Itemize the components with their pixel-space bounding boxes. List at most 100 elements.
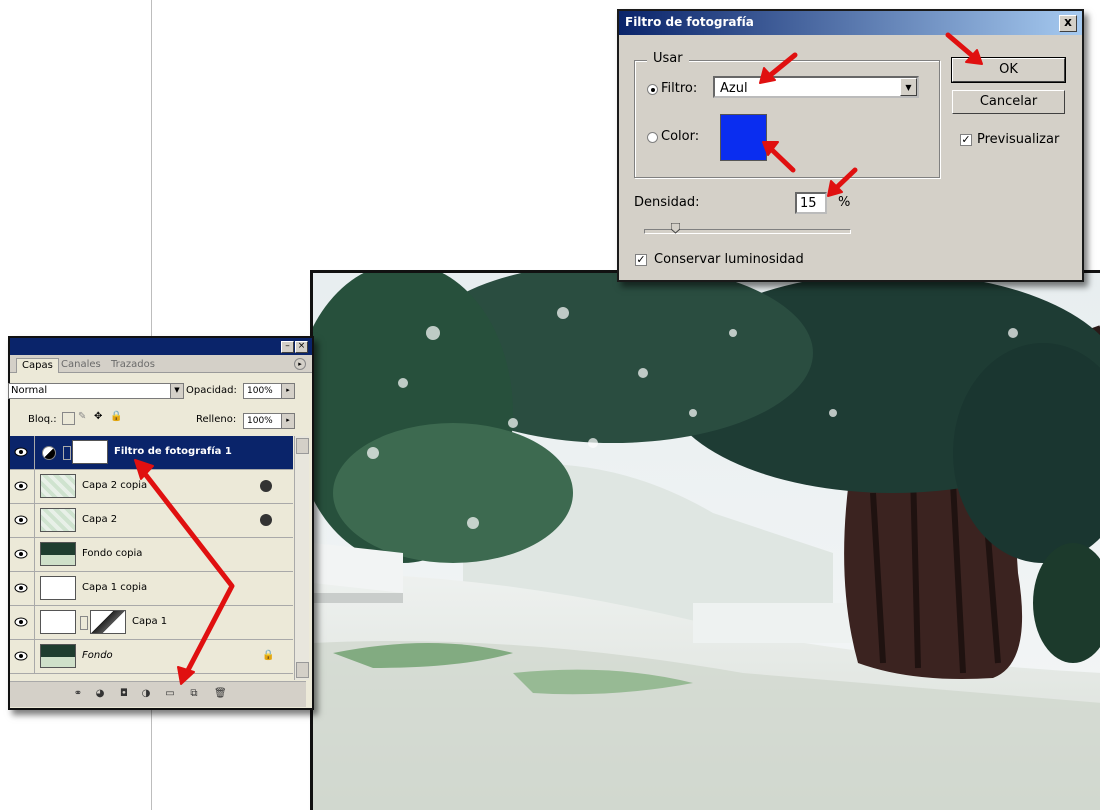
eye-icon[interactable]: [14, 616, 28, 628]
tab-capas[interactable]: Capas: [16, 358, 59, 373]
minimize-icon[interactable]: –: [281, 341, 294, 353]
lock-label: Bloq.:: [28, 414, 57, 425]
lock-icon[interactable]: 🔒: [110, 411, 122, 422]
opacity-input[interactable]: 100% ▸: [243, 383, 295, 399]
layer-row[interactable]: Fondo 🔒: [10, 640, 293, 674]
visibility-toggle[interactable]: [10, 606, 35, 639]
layer-style-icon[interactable]: [260, 480, 272, 492]
eye-icon[interactable]: [14, 514, 28, 526]
eye-icon[interactable]: [14, 650, 28, 662]
densidad-label: Densidad:: [634, 195, 700, 210]
tab-trazados[interactable]: Trazados: [106, 358, 160, 372]
layer-thumbnail[interactable]: [40, 644, 76, 668]
fill-label: Relleno:: [196, 414, 237, 425]
cancel-button[interactable]: Cancelar: [952, 90, 1065, 114]
new-adjustment-layer-icon[interactable]: ◑: [140, 688, 152, 700]
visibility-toggle[interactable]: [10, 640, 35, 673]
chevron-down-icon[interactable]: ▼: [900, 78, 917, 96]
layer-name[interactable]: Fondo: [82, 650, 113, 661]
opacity-label: Opacidad:: [186, 385, 237, 396]
close-icon[interactable]: ×: [295, 341, 308, 353]
densidad-slider-thumb[interactable]: [671, 223, 681, 234]
eye-icon[interactable]: [14, 582, 28, 594]
layer-name[interactable]: Capa 1 copia: [82, 582, 147, 593]
preview-checkbox[interactable]: ✓: [960, 134, 972, 146]
densidad-input[interactable]: 15: [795, 192, 827, 214]
fill-value: 100%: [247, 416, 273, 426]
layer-row[interactable]: Capa 2: [10, 504, 293, 538]
layer-name[interactable]: Fondo copia: [82, 548, 142, 559]
chevron-right-icon[interactable]: ▸: [281, 384, 294, 398]
move-icon[interactable]: ✥: [94, 411, 102, 422]
chevron-right-icon[interactable]: ▸: [281, 414, 294, 428]
close-button[interactable]: x: [1059, 15, 1077, 32]
visibility-toggle[interactable]: [10, 504, 35, 537]
trash-icon[interactable]: 🗑: [214, 688, 227, 700]
layer-thumbnail[interactable]: [40, 576, 76, 600]
eye-icon[interactable]: [14, 480, 28, 492]
layer-row[interactable]: Filtro de fotografía 1: [10, 436, 293, 470]
blend-mode-select[interactable]: Normal ▼: [8, 383, 184, 399]
layer-style-icon[interactable]: ◕: [94, 688, 106, 700]
layers-bottom-toolbar: ⚭ ◕ ◘ ◑ ▭ ⧉ 🗑: [10, 681, 306, 707]
ok-button[interactable]: OK: [951, 57, 1066, 83]
filtro-radio[interactable]: [647, 84, 658, 95]
color-swatch[interactable]: [720, 114, 767, 161]
conservar-checkbox[interactable]: ✓: [635, 254, 647, 266]
scroll-down-button[interactable]: [296, 662, 309, 678]
lock-transparency-icon[interactable]: [62, 412, 75, 425]
layer-row[interactable]: Capa 1: [10, 606, 293, 640]
new-group-icon[interactable]: ▭: [164, 688, 176, 700]
layer-row[interactable]: Capa 2 copia: [10, 470, 293, 504]
layers-panel-titlebar: – ×: [10, 338, 312, 355]
usar-group-label: Usar: [647, 51, 689, 66]
layer-row[interactable]: Fondo copia: [10, 538, 293, 572]
panel-tabs: Capas Canales Trazados ▸: [10, 355, 312, 373]
filtro-select-value: Azul: [720, 81, 748, 96]
layer-mask-thumbnail[interactable]: [90, 610, 126, 634]
chevron-down-icon[interactable]: ▼: [170, 384, 183, 398]
layer-row[interactable]: Capa 1 copia: [10, 572, 293, 606]
layer-name[interactable]: Capa 2: [82, 514, 117, 525]
color-label: Color:: [661, 129, 700, 144]
add-mask-icon[interactable]: ◘: [118, 688, 130, 700]
layer-style-icon[interactable]: [260, 514, 272, 526]
link-icon: [63, 446, 71, 460]
opacity-value: 100%: [247, 386, 273, 396]
layer-name[interactable]: Capa 1: [132, 616, 167, 627]
panel-menu-icon[interactable]: ▸: [294, 358, 306, 370]
layers-scrollbar[interactable]: [294, 436, 309, 680]
link-layers-icon[interactable]: ⚭: [72, 688, 84, 700]
link-icon[interactable]: [80, 616, 88, 630]
color-radio[interactable]: [647, 132, 658, 143]
eye-icon[interactable]: [14, 548, 28, 560]
conservar-label: Conservar luminosidad: [654, 252, 804, 267]
scroll-up-button[interactable]: [296, 438, 309, 454]
visibility-toggle[interactable]: [10, 470, 35, 503]
layer-thumbnail[interactable]: [40, 508, 76, 532]
snowy-tree-photo: [313, 273, 1100, 810]
adjustment-layer-icon: [42, 446, 56, 460]
blend-mode-value: Normal: [11, 385, 48, 396]
dialog-titlebar: Filtro de fotografía x: [619, 11, 1082, 35]
visibility-toggle[interactable]: [10, 436, 35, 469]
filtro-label: Filtro:: [661, 81, 698, 96]
layer-name[interactable]: Capa 2 copia: [82, 480, 147, 491]
layer-mask-thumbnail[interactable]: [72, 440, 108, 464]
layer-name[interactable]: Filtro de fotografía 1: [114, 446, 232, 457]
filtro-select[interactable]: Azul ▼: [713, 76, 919, 98]
preview-label: Previsualizar: [977, 132, 1060, 147]
tab-canales[interactable]: Canales: [56, 358, 106, 372]
brush-icon[interactable]: ✎: [78, 411, 86, 422]
percent-sign: %: [838, 195, 851, 210]
new-layer-icon[interactable]: ⧉: [188, 688, 200, 700]
dialog-title: Filtro de fotografía: [625, 15, 754, 29]
visibility-toggle[interactable]: [10, 538, 35, 571]
layer-thumbnail[interactable]: [40, 474, 76, 498]
eye-icon[interactable]: [14, 446, 28, 458]
layer-thumbnail[interactable]: [40, 610, 76, 634]
visibility-toggle[interactable]: [10, 572, 35, 605]
lock-icon: 🔒: [262, 650, 275, 661]
layer-thumbnail[interactable]: [40, 542, 76, 566]
fill-input[interactable]: 100% ▸: [243, 413, 295, 429]
